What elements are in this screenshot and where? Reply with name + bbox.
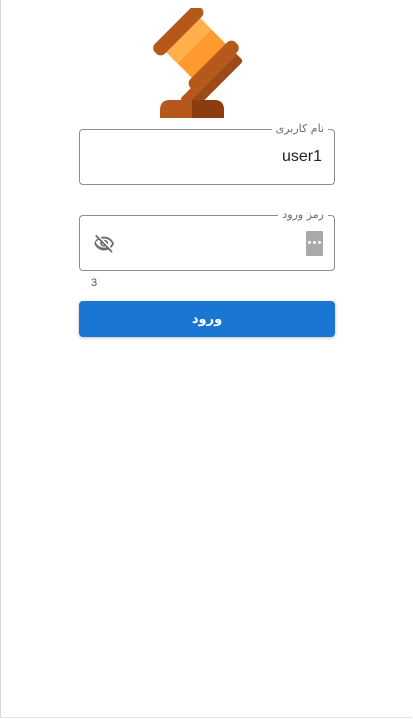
password-manager-more-icon[interactable]: [306, 231, 323, 256]
password-input[interactable]: [88, 226, 294, 262]
username-value[interactable]: user1: [282, 147, 322, 167]
attempt-counter: 3: [91, 277, 98, 289]
password-label: رمز ورود: [278, 208, 328, 222]
username-label: نام کاربری: [271, 122, 328, 136]
password-field[interactable]: رمز ورود: [79, 208, 335, 271]
gavel-logo-icon: [153, 8, 243, 118]
username-field[interactable]: نام کاربری user1: [79, 122, 335, 185]
login-button[interactable]: ورود: [79, 301, 335, 337]
eye-off-icon[interactable]: [92, 233, 116, 255]
